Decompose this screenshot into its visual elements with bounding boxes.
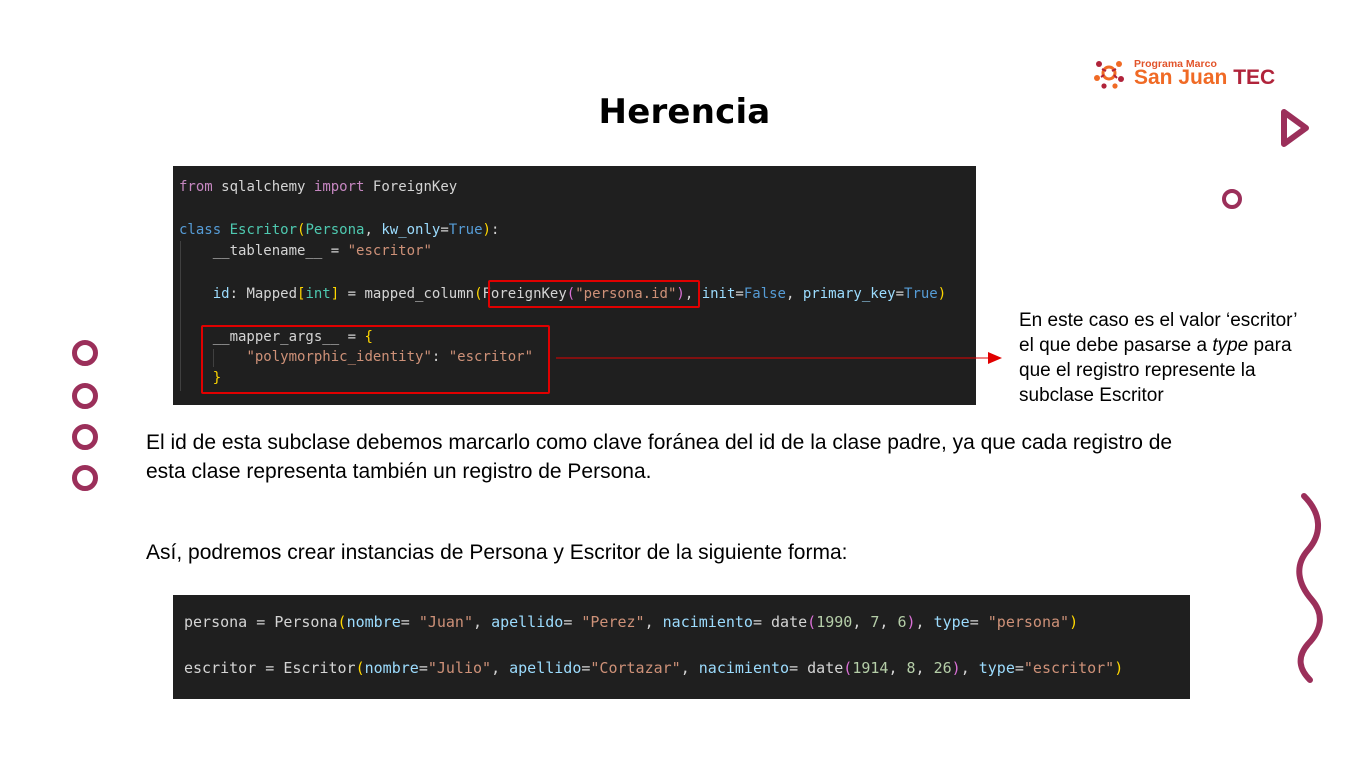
explanation-paragraph: El id de esta subclase debemos marcarlo … — [146, 428, 1306, 486]
instances-intro-paragraph: Así, podremos crear instancias de Person… — [146, 541, 848, 564]
paragraph-line-2: esta clase representa también un registr… — [146, 460, 652, 483]
note-line-3: que el registro represente la — [1019, 360, 1256, 381]
ring-icon — [72, 383, 98, 409]
ring-icon — [72, 465, 98, 491]
logo-name: San Juan TEC — [1134, 66, 1275, 90]
play-triangle-icon — [1281, 109, 1309, 147]
code-line-class: class Escritor(Persona, kw_only=True): — [179, 222, 500, 238]
code-line-tablename: __tablename__ = "escritor" — [212, 243, 432, 259]
annotation-note: En este caso es el valor ‘escritor’ el q… — [1019, 308, 1349, 408]
wave-icon — [1296, 493, 1323, 683]
san-juan-tec-logo: Programa Marco San Juan TEC — [1092, 56, 1292, 92]
ring-icon — [1222, 189, 1242, 209]
ring-icon — [72, 340, 98, 366]
mapper-args-highlight-box — [201, 325, 550, 394]
note-line-2: el que debe pasarse a type para — [1019, 335, 1292, 356]
code-line-import: from sqlalchemy import ForeignKey — [179, 179, 458, 195]
arrow-icon — [556, 352, 1002, 364]
note-line-1: En este caso es el valor ‘escritor’ — [1019, 310, 1298, 331]
paragraph-line-1: El id de esta subclase debemos marcarlo … — [146, 431, 1173, 454]
code-line-escritor: escritor = Escritor(nombre="Julio", apel… — [184, 659, 1124, 677]
slide-title: Herencia — [598, 92, 771, 132]
logo-name-part2: TEC — [1233, 66, 1276, 89]
ring-icon — [72, 424, 98, 450]
logo-mark-icon — [1094, 61, 1124, 89]
foreignkey-highlight-box — [488, 280, 700, 308]
code-block-class-definition: from sqlalchemy import ForeignKey class … — [173, 166, 976, 405]
code-block-instances: persona = Persona(nombre= "Juan", apelli… — [173, 595, 1190, 699]
code-line-persona: persona = Persona(nombre= "Juan", apelli… — [184, 613, 1079, 631]
indent-guide — [180, 241, 181, 391]
logo-name-part1: San Juan — [1134, 66, 1228, 89]
note-line-4: subclase Escritor — [1019, 385, 1164, 406]
